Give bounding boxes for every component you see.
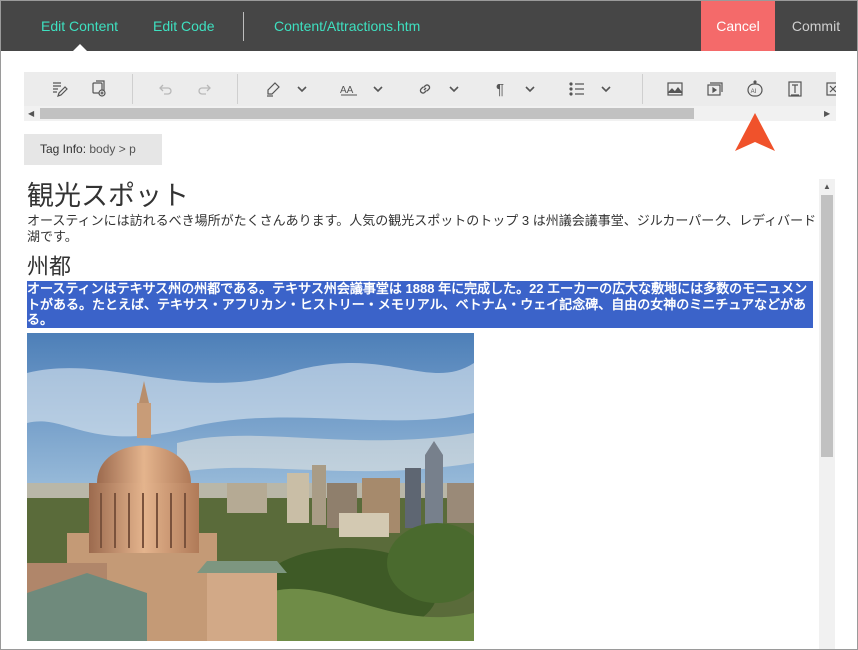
redo-icon[interactable] <box>194 78 216 100</box>
editor-content[interactable]: 観光スポット オースティンには訪れるべき場所がたくさんあります。人気の観光スポッ… <box>27 179 817 641</box>
capitol-photo[interactable] <box>27 332 474 641</box>
commit-button[interactable]: Commit <box>775 1 857 51</box>
svg-text:AI: AI <box>751 89 757 95</box>
arrow-pointer-icon <box>735 113 775 151</box>
toolbar-separator <box>132 74 133 104</box>
link-dropdown-icon[interactable] <box>443 78 465 100</box>
svg-text:¶: ¶ <box>496 81 504 98</box>
tab-edit-code[interactable]: Edit Code <box>153 1 214 51</box>
page-heading[interactable]: 観光スポット <box>27 179 817 213</box>
scroll-right-icon[interactable]: ▶ <box>824 109 830 118</box>
font-size-icon[interactable]: AA <box>339 78 361 100</box>
formatting-toolbar: AA ¶ AI <box>24 72 836 106</box>
top-bar: Edit Content Edit Code Content/Attractio… <box>1 1 857 51</box>
selected-paragraph[interactable]: オースティンはテキサス州の州都である。テキサス州会議事堂は 1888 年に完成し… <box>27 281 813 328</box>
topbar-divider <box>243 12 244 41</box>
text-field-icon[interactable] <box>784 78 806 100</box>
link-icon[interactable] <box>414 78 436 100</box>
editor-window: Edit Content Edit Code Content/Attractio… <box>0 0 858 650</box>
tag-info-bar: Tag Info: body > p <box>24 134 162 165</box>
paragraph-dropdown-icon[interactable] <box>519 78 541 100</box>
image-icon[interactable] <box>664 78 686 100</box>
intro-paragraph[interactable]: オースティンには訪れるべき場所がたくさんあります。人気の観光スポットのトップ 3… <box>27 213 817 245</box>
toolbar-horizontal-scrollbar[interactable]: ◀ ▶ <box>24 106 836 121</box>
tag-info-path[interactable]: body > p <box>89 142 135 156</box>
highlight-icon[interactable] <box>262 78 284 100</box>
font-size-dropdown-icon[interactable] <box>367 78 389 100</box>
video-icon[interactable] <box>704 78 726 100</box>
toolbar-separator <box>237 74 238 104</box>
svg-text:AA: AA <box>340 85 354 96</box>
insert-snippet-icon[interactable] <box>88 78 110 100</box>
undo-icon[interactable] <box>154 78 176 100</box>
section-heading[interactable]: 州都 <box>27 253 817 281</box>
edit-document-icon[interactable] <box>48 78 70 100</box>
tag-info-label: Tag Info: <box>40 142 87 156</box>
active-tab-indicator <box>73 44 87 51</box>
scroll-up-icon[interactable]: ▲ <box>823 182 831 191</box>
highlight-dropdown-icon[interactable] <box>291 78 313 100</box>
editor-vertical-scrollbar[interactable]: ▲ <box>819 179 835 649</box>
more-icon[interactable] <box>822 78 836 100</box>
scroll-left-icon[interactable]: ◀ <box>28 109 34 118</box>
ai-icon[interactable]: AI <box>744 78 766 100</box>
toolbar-separator <box>642 74 643 104</box>
list-icon[interactable] <box>566 78 588 100</box>
scrollbar-thumb[interactable] <box>40 108 694 119</box>
scrollbar-thumb[interactable] <box>821 195 833 457</box>
cancel-button[interactable]: Cancel <box>701 1 775 51</box>
list-dropdown-icon[interactable] <box>595 78 617 100</box>
paragraph-icon[interactable]: ¶ <box>490 78 512 100</box>
file-path: Content/Attractions.htm <box>274 18 421 34</box>
